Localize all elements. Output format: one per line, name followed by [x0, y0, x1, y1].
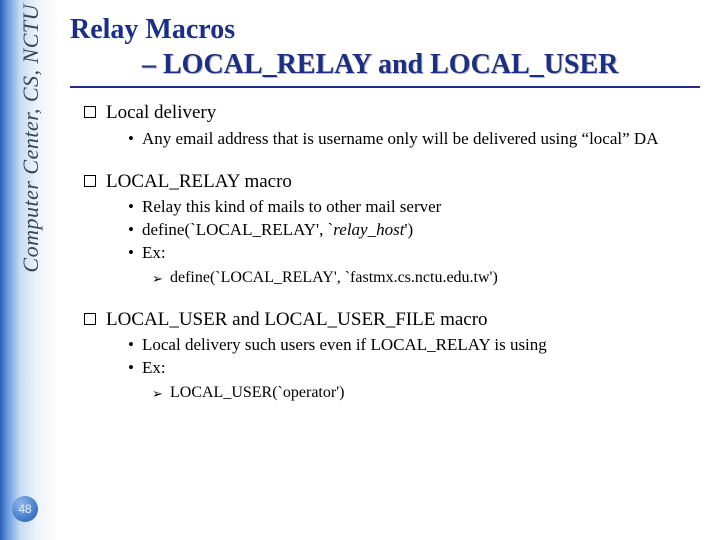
bullet-list: Any email address that is username only …: [128, 128, 700, 151]
bullet-text: define(`LOCAL_RELAY', `relay_host'): [142, 219, 700, 242]
sidebar-org-text: Computer Center, CS, NCTU: [18, 4, 44, 273]
bullet-text-suffix: '): [404, 220, 413, 239]
bullet-dot-icon: [128, 242, 142, 265]
bullet-dot-icon: [128, 128, 142, 151]
bullet-item: Local delivery such users even if LOCAL_…: [128, 334, 700, 357]
content-area: Relay Macros – LOCAL_RELAY and LOCAL_USE…: [70, 12, 700, 524]
sub-bullet-list: define(`LOCAL_RELAY', `fastmx.cs.nctu.ed…: [152, 267, 700, 289]
body-text: Local delivery Any email address that is…: [70, 100, 700, 404]
bullet-text: Ex:: [142, 242, 700, 265]
section: Local delivery Any email address that is…: [84, 100, 700, 151]
bullet-text: Local delivery such users even if LOCAL_…: [142, 334, 700, 357]
arrow-icon: [152, 382, 170, 404]
bullet-dot-icon: [128, 219, 142, 242]
bullet-list: Local delivery such users even if LOCAL_…: [128, 334, 700, 380]
section-heading: Local delivery: [84, 100, 700, 126]
sub-bullet-list: LOCAL_USER(`operator'): [152, 382, 700, 404]
title-line-2: – LOCAL_RELAY and LOCAL_USER: [70, 47, 700, 88]
bullet-text-italic: relay_host: [333, 220, 404, 239]
section: LOCAL_RELAY macro Relay this kind of mai…: [84, 169, 700, 289]
section-heading: LOCAL_RELAY macro: [84, 169, 700, 195]
bullet-item: Ex:: [128, 242, 700, 265]
bullet-dot-icon: [128, 334, 142, 357]
bullet-text: Relay this kind of mails to other mail s…: [142, 196, 700, 219]
sub-bullet-item: define(`LOCAL_RELAY', `fastmx.cs.nctu.ed…: [152, 267, 700, 289]
slide-title: Relay Macros – LOCAL_RELAY and LOCAL_USE…: [70, 12, 700, 88]
bullet-text: Ex:: [142, 357, 700, 380]
sub-bullet-text: LOCAL_USER(`operator'): [170, 382, 344, 404]
page-number-badge: 48: [12, 496, 38, 522]
slide-root: Computer Center, CS, NCTU 48 Relay Macro…: [0, 0, 720, 540]
bullet-dot-icon: [128, 357, 142, 380]
bullet-text-prefix: define(`LOCAL_RELAY', `: [142, 220, 333, 239]
bullet-item: define(`LOCAL_RELAY', `relay_host'): [128, 219, 700, 242]
bullet-list: Relay this kind of mails to other mail s…: [128, 196, 700, 265]
sub-bullet-item: LOCAL_USER(`operator'): [152, 382, 700, 404]
bullet-item: Ex:: [128, 357, 700, 380]
arrow-icon: [152, 267, 170, 289]
bullet-text: Any email address that is username only …: [142, 128, 700, 151]
bullet-dot-icon: [128, 196, 142, 219]
sub-bullet-text: define(`LOCAL_RELAY', `fastmx.cs.nctu.ed…: [170, 267, 498, 289]
section-heading: LOCAL_USER and LOCAL_USER_FILE macro: [84, 307, 700, 333]
section: LOCAL_USER and LOCAL_USER_FILE macro Loc…: [84, 307, 700, 404]
bullet-item: Relay this kind of mails to other mail s…: [128, 196, 700, 219]
title-line-1: Relay Macros: [70, 12, 700, 47]
bullet-item: Any email address that is username only …: [128, 128, 700, 151]
